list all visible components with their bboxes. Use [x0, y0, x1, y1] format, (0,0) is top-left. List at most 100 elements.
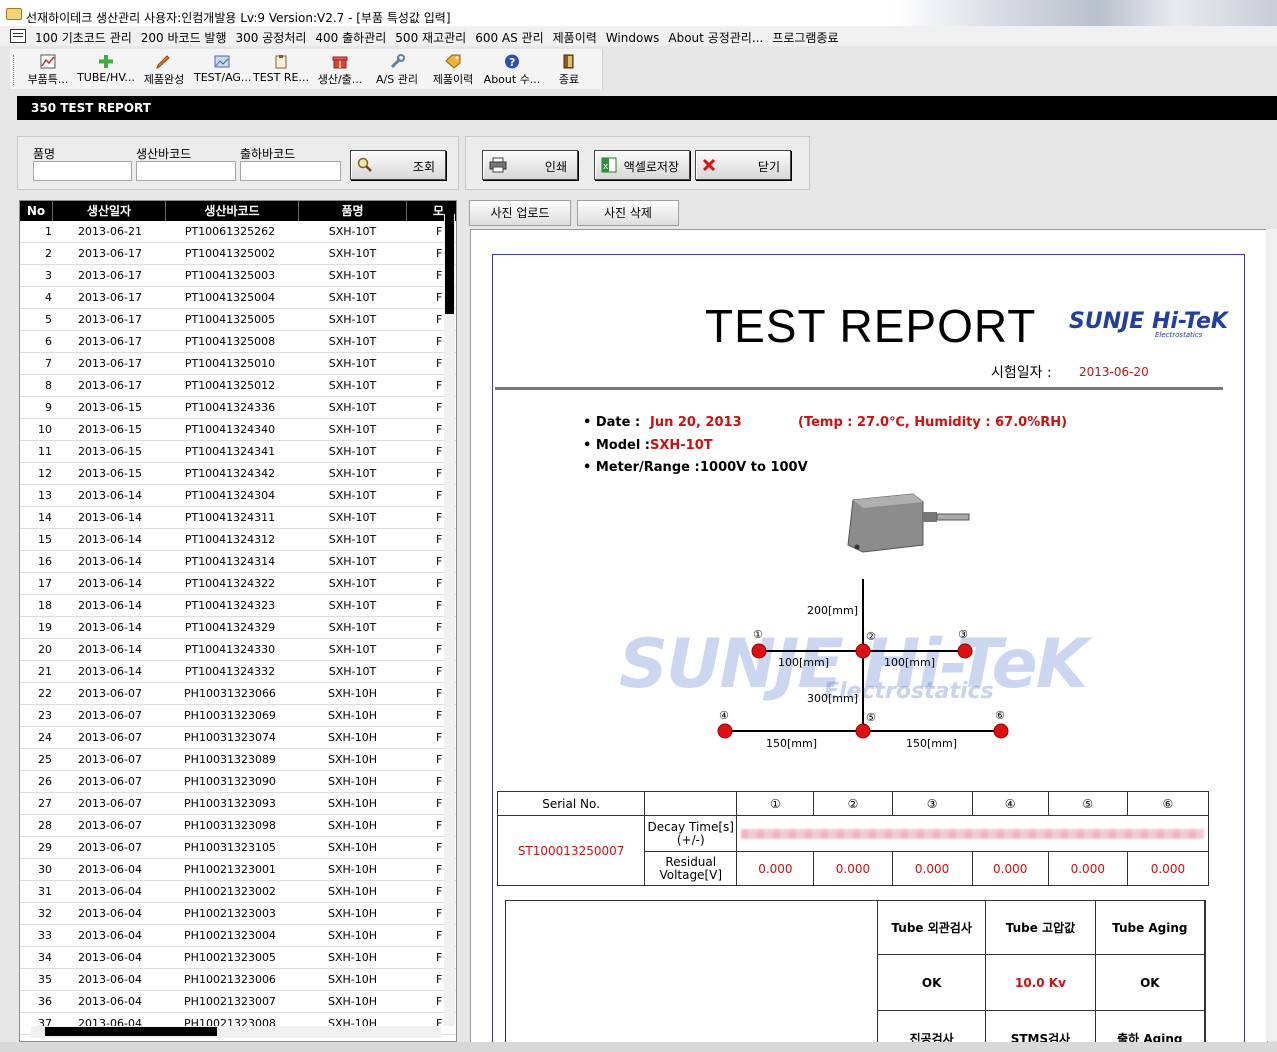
table-row[interactable]: 2 2013-06-17 PT10041325002 SXH-10T F [20, 243, 456, 265]
toolbar-button-label: About 수... [483, 73, 541, 86]
menu-item-8[interactable]: About 공정관리... [668, 31, 763, 45]
toolbar-grip[interactable] [13, 55, 16, 85]
table-row[interactable]: 19 2013-06-14 PT10041324329 SXH-10T F [20, 617, 456, 639]
menu-item-2[interactable]: 300 공정처리 [236, 31, 307, 45]
menu-item-6[interactable]: 제품이력 [553, 31, 597, 45]
cell-product: SXH-10H [327, 687, 378, 700]
table-row[interactable]: 1 2013-06-21 PT10061325262 SXH-10T F [20, 221, 456, 243]
table-row[interactable]: 15 2013-06-14 PT10041324312 SXH-10T F [20, 529, 456, 551]
grid-vertical-thumb[interactable] [445, 214, 454, 314]
photo-upload-button[interactable]: 사진 업로드 [469, 200, 571, 226]
table-row[interactable]: 23 2013-06-07 PH10031323069 SXH-10H F [20, 705, 456, 727]
prod-barcode-input[interactable] [136, 161, 236, 181]
toolbar-button-3[interactable]: TEST/AG... [194, 49, 251, 89]
table-row[interactable]: 26 2013-06-07 PH10031323090 SXH-10H F [20, 771, 456, 793]
table-row[interactable]: 9 2013-06-15 PT10041324336 SXH-10T F [20, 397, 456, 419]
test-report-page: SUNJE Hi-TeK Electrostatics TEST REPORT … [492, 254, 1245, 1042]
table-row[interactable]: 20 2013-06-14 PT10041324330 SXH-10T F [20, 639, 456, 661]
menu-icon[interactable] [10, 29, 26, 43]
toolbar-button-1[interactable]: TUBE/HV... [76, 49, 136, 89]
table-row[interactable]: 5 2013-06-17 PT10041325005 SXH-10T F [20, 309, 456, 331]
product-input[interactable] [33, 161, 132, 181]
table-row[interactable]: 8 2013-06-17 PT10041325012 SXH-10T F [20, 375, 456, 397]
table-row[interactable]: 35 2013-06-04 PH10021323006 SXH-10H F [20, 969, 456, 991]
cell-product: SXH-10H [327, 907, 378, 920]
toolbar-button-9[interactable]: 종료 [543, 49, 595, 89]
col-header-barcode[interactable]: 생산바코드 [166, 201, 299, 221]
table-row[interactable]: 18 2013-06-14 PT10041324323 SXH-10T F [20, 595, 456, 617]
col-header-date[interactable]: 생산일자 [53, 201, 166, 221]
grid-vertical-scrollbar[interactable] [444, 214, 455, 1026]
toolbar-button-4[interactable]: TEST RE... [253, 49, 309, 89]
menu-item-3[interactable]: 400 출하관리 [315, 31, 386, 45]
menu-item-9[interactable]: 프로그램종료 [772, 31, 838, 45]
image-icon [214, 54, 230, 69]
toolbar-button-6[interactable]: A/S 관리 [372, 49, 422, 89]
col-header-product[interactable]: 품명 [299, 201, 407, 221]
cell-product: SXH-10T [328, 577, 377, 590]
cell-product: SXH-10T [328, 599, 377, 612]
table-row[interactable]: 30 2013-06-04 PH10021323001 SXH-10H F [20, 859, 456, 881]
table-row[interactable]: 29 2013-06-07 PH10031323105 SXH-10H F [20, 837, 456, 859]
decay-values-redacted [736, 815, 1209, 852]
table-row[interactable]: 24 2013-06-07 PH10031323074 SXH-10H F [20, 727, 456, 749]
table-row[interactable]: 21 2013-06-14 PT10041324332 SXH-10T F [20, 661, 456, 683]
table-row[interactable]: 4 2013-06-17 PT10041325004 SXH-10T F [20, 287, 456, 309]
toolbar-button-7[interactable]: 제품이력 [426, 49, 480, 89]
search-button[interactable]: 조회 [350, 150, 446, 180]
table-row[interactable]: 25 2013-06-07 PH10031323089 SXH-10H F [20, 749, 456, 771]
toolbar-button-8[interactable]: ? About 수... [483, 49, 541, 89]
table-row[interactable]: 3 2013-06-17 PT10041325003 SXH-10T F [20, 265, 456, 287]
plus-icon [98, 54, 114, 69]
table-row[interactable]: 6 2013-06-17 PT10041325008 SXH-10T F [20, 331, 456, 353]
cell-product: SXH-10H [327, 929, 378, 942]
ship-barcode-input[interactable] [240, 161, 341, 181]
table-row[interactable]: 33 2013-06-04 PH10021323004 SXH-10H F [20, 925, 456, 947]
close-button[interactable]: 닫기 [695, 150, 791, 180]
table-row[interactable]: 36 2013-06-04 PH10021323007 SXH-10H F [20, 991, 456, 1013]
menu-item-4[interactable]: 500 재고관리 [395, 31, 466, 45]
toolbar-button-2[interactable]: 제품완성 [140, 49, 188, 89]
table-row[interactable]: 22 2013-06-07 PH10031323066 SXH-10H F [20, 683, 456, 705]
grid-horizontal-thumb[interactable] [45, 1027, 217, 1036]
toolbar-button-5[interactable]: 생산/출... [312, 49, 368, 89]
table-row[interactable]: 31 2013-06-04 PH10021323002 SXH-10H F [20, 881, 456, 903]
menu-item-7[interactable]: Windows [606, 31, 660, 45]
table-row[interactable]: 28 2013-06-07 PH10031323098 SXH-10H F [20, 815, 456, 837]
menu-item-1[interactable]: 200 바코드 발행 [141, 31, 227, 45]
table-row[interactable]: 27 2013-06-07 PH10031323093 SXH-10H F [20, 793, 456, 815]
toolbar-button-0[interactable]: 부품특... [24, 49, 72, 89]
table-row[interactable]: 11 2013-06-15 PT10041324341 SXH-10T F [20, 441, 456, 463]
table-row[interactable]: 32 2013-06-04 PH10021323003 SXH-10H F [20, 903, 456, 925]
col-header-no[interactable]: No [20, 201, 53, 221]
title-bar: 선재하이테크 생산관리 사용자:인컴개발용 Lv:9 Version:V2.7 … [0, 0, 1277, 26]
table-row[interactable]: 14 2013-06-14 PT10041324311 SXH-10T F [20, 507, 456, 529]
cell-barcode: PT10041324330 [184, 643, 276, 656]
excel-export-button[interactable]: x 액셀로저장 [594, 150, 690, 180]
table-row[interactable]: 34 2013-06-04 PH10021323005 SXH-10H F [20, 947, 456, 969]
table-row[interactable]: 17 2013-06-14 PT10041324322 SXH-10T F [20, 573, 456, 595]
table-row[interactable]: 16 2013-06-14 PT10041324314 SXH-10T F [20, 551, 456, 573]
cell-no: 30 [38, 863, 52, 876]
toolbar: 부품특... TUBE/HV... 제품완성 TEST/AG... TEST RE...… [10, 49, 603, 89]
toolbar-button-label: 생산/출... [317, 73, 363, 86]
print-button[interactable]: 인쇄 [482, 150, 578, 180]
report-vertical-scrollbar[interactable] [1266, 229, 1277, 1041]
cell-date: 2013-06-14 [78, 665, 142, 678]
search-icon [357, 157, 372, 172]
tube-voltage-header: Tube 고압값 [985, 900, 1096, 955]
grid-body: 1 2013-06-21 PT10061325262 SXH-10T F 2 2013-06… [20, 221, 456, 1041]
menu-item-5[interactable]: 600 AS 관리 [475, 31, 543, 45]
page-header: 350 TEST REPORT [17, 96, 1277, 120]
photo-delete-button[interactable]: 사진 삭제 [577, 200, 679, 226]
cell-barcode: PT10041325003 [184, 269, 276, 282]
grid-horizontal-scrollbar[interactable] [31, 1026, 441, 1038]
report-title: TEST REPORT [705, 300, 1037, 352]
table-row[interactable]: 12 2013-06-15 PT10041324342 SXH-10T F [20, 463, 456, 485]
menu-item-0[interactable]: 100 기초코드 관리 [35, 31, 132, 45]
table-row[interactable]: 10 2013-06-15 PT10041324340 SXH-10T F [20, 419, 456, 441]
table-row[interactable]: 13 2013-06-14 PT10041324304 SXH-10T F [20, 485, 456, 507]
serial-header: Serial No. [496, 791, 646, 816]
table-row[interactable]: 7 2013-06-17 PT10041325010 SXH-10T F [20, 353, 456, 375]
tube-visual-value: OK [876, 954, 987, 1011]
